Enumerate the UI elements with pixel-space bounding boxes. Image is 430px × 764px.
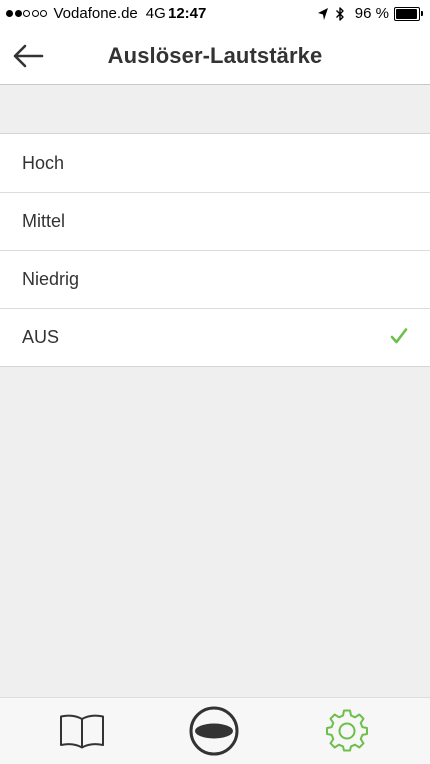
battery-icon xyxy=(394,6,423,21)
option-row-mittel[interactable]: Mittel xyxy=(0,192,430,250)
volume-options-list: Hoch Mittel Niedrig AUS xyxy=(0,133,430,367)
signal-strength-icon xyxy=(6,10,49,17)
option-row-hoch[interactable]: Hoch xyxy=(0,134,430,192)
gear-icon xyxy=(326,709,368,752)
network-type: 4G xyxy=(145,5,166,22)
carrier-name: Vodafone.de xyxy=(53,5,138,22)
status-left: Vodafone.de 4G xyxy=(6,5,174,22)
tab-manual[interactable] xyxy=(52,706,112,756)
page-title: Auslöser-Lautstärke xyxy=(107,43,323,68)
battery-percent: 96 % xyxy=(354,5,389,22)
status-time: 12:47 xyxy=(168,5,207,22)
location-arrow-icon xyxy=(317,7,328,20)
shutter-trigger-icon xyxy=(189,706,239,756)
status-right: 96 % xyxy=(317,5,423,22)
status-bar: Vodafone.de 4G 12:47 96 % xyxy=(0,0,430,28)
navigation-bar: Auslöser-Lautstärke xyxy=(0,28,430,85)
tab-bar xyxy=(0,697,430,764)
option-row-aus[interactable]: AUS xyxy=(0,308,430,366)
book-icon xyxy=(60,714,104,749)
option-label: Niedrig xyxy=(22,268,80,289)
option-label: AUS xyxy=(22,326,60,347)
bluetooth-icon xyxy=(335,6,344,21)
option-label: Hoch xyxy=(22,152,65,173)
option-row-niedrig[interactable]: Niedrig xyxy=(0,250,430,308)
tab-settings[interactable] xyxy=(317,706,377,756)
tab-trigger[interactable] xyxy=(184,706,244,756)
checkmark-icon xyxy=(390,328,408,344)
option-label: Mittel xyxy=(22,210,66,231)
